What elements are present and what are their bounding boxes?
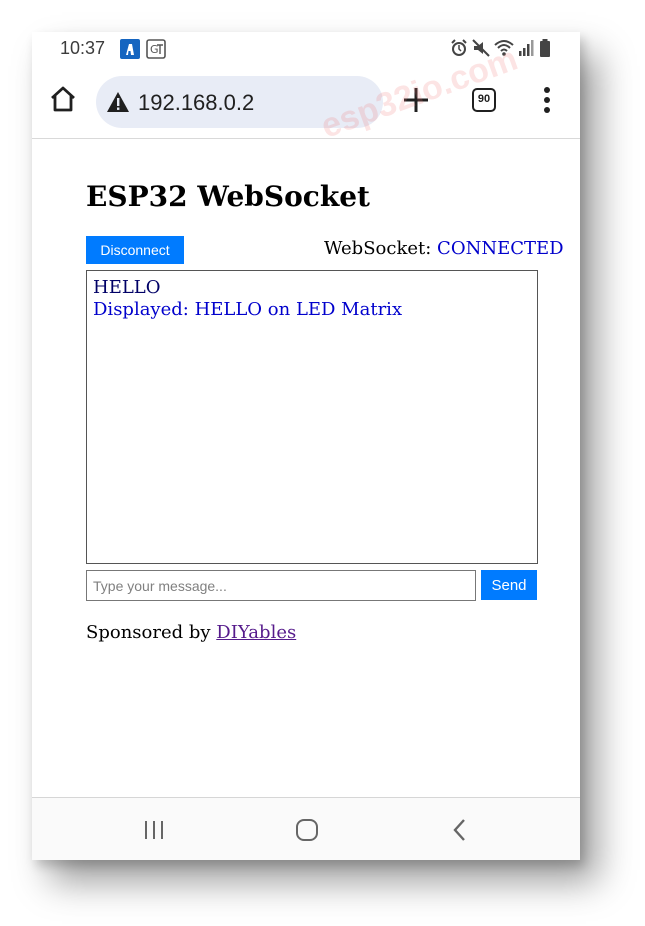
send-button[interactable]: Send: [481, 570, 537, 600]
sponsor-prefix: Sponsored by: [86, 622, 217, 643]
signal-icon: [519, 40, 534, 56]
page-title: ESP32 WebSocket: [86, 180, 370, 213]
disconnect-button[interactable]: Disconnect: [86, 236, 184, 264]
home-icon[interactable]: [48, 84, 78, 114]
recent-apps-icon[interactable]: [140, 816, 168, 844]
url-text[interactable]: 192.168.0.2: [138, 90, 254, 116]
message-log[interactable]: HELLO Displayed: HELLO on LED Matrix: [86, 270, 538, 564]
tab-count: 90: [477, 93, 491, 105]
sponsor-link[interactable]: DIYables: [216, 622, 296, 643]
message-received: Displayed: HELLO on LED Matrix: [93, 299, 403, 320]
battery-icon: [540, 39, 550, 57]
ws-status-state: CONNECTED: [437, 238, 564, 259]
ws-status-label: WebSocket:: [324, 238, 438, 259]
message-input[interactable]: [86, 570, 476, 601]
sponsor-line: Sponsored by DIYables: [86, 622, 296, 643]
home-nav-icon[interactable]: [293, 816, 321, 844]
back-icon[interactable]: [446, 816, 474, 844]
app-notification-icon: [120, 39, 140, 59]
phone-screen: 10:37 G 192.168.0.2 90 esp32io.com ESP32…: [32, 32, 580, 860]
translate-icon: G: [146, 39, 166, 59]
more-menu-icon[interactable]: [540, 86, 554, 114]
status-time: 10:37: [60, 38, 106, 58]
warning-icon[interactable]: [106, 91, 130, 113]
system-nav-bar: [32, 797, 580, 860]
websocket-status: WebSocket: CONNECTED: [324, 238, 564, 259]
message-sent: HELLO: [93, 277, 161, 298]
